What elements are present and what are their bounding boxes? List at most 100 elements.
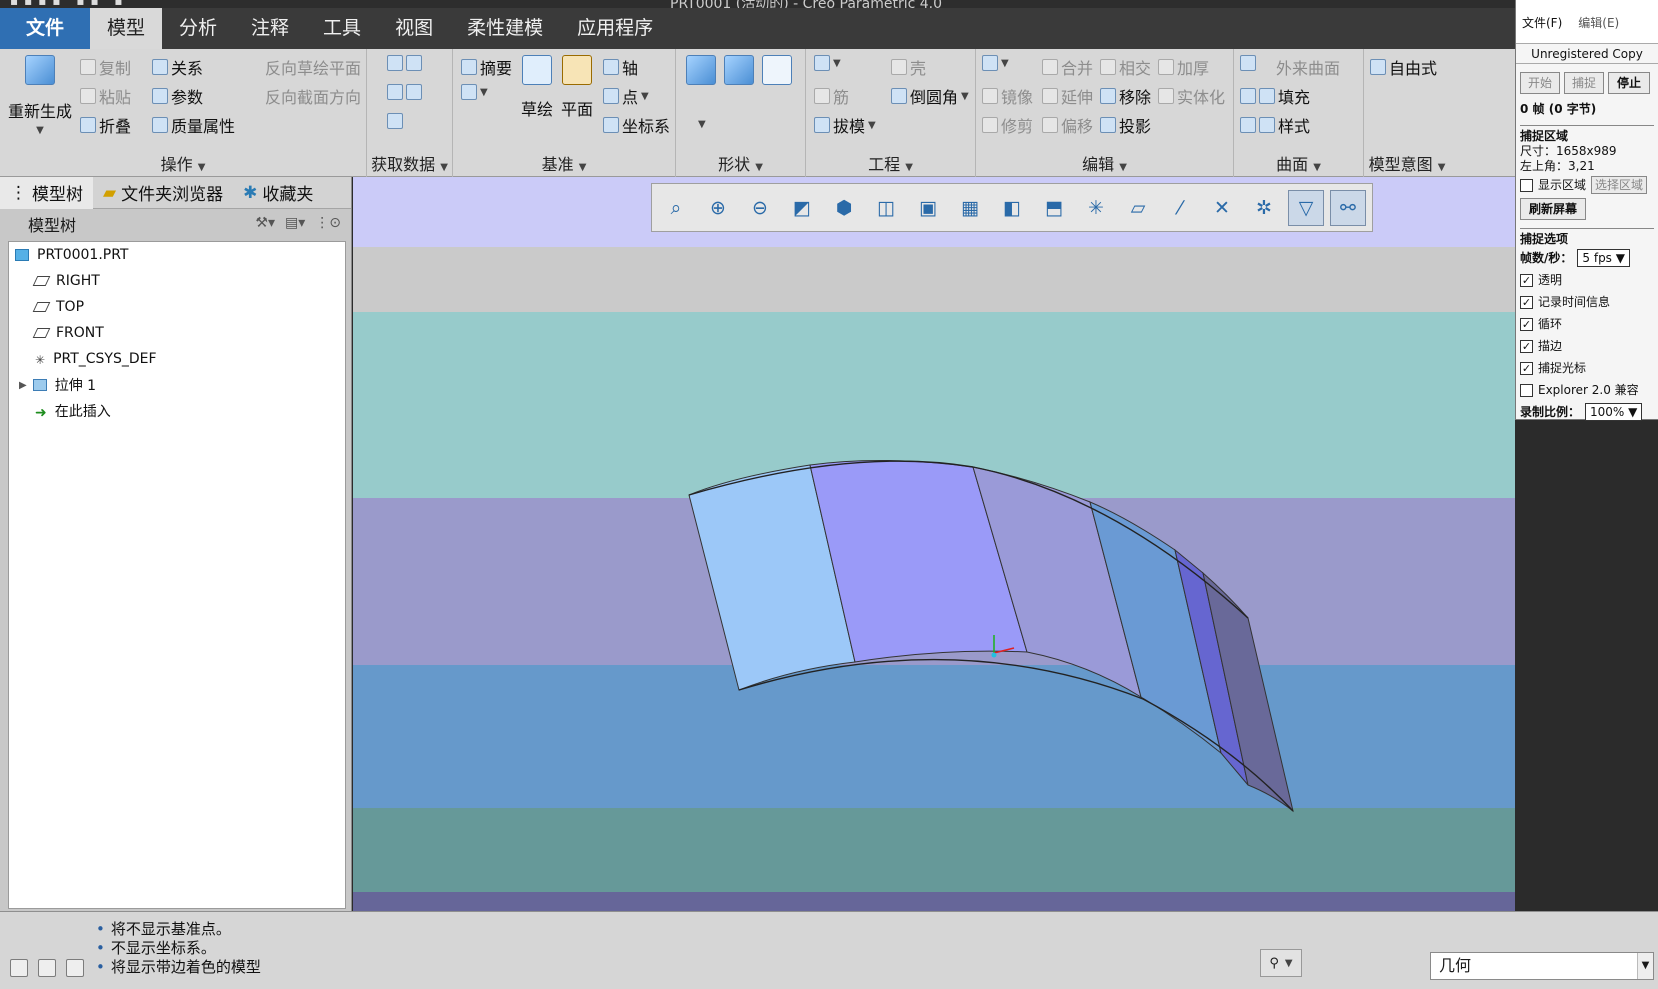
draft-button[interactable]: 拔模 ▼ [814, 113, 876, 137]
rib-button[interactable]: 筋 [814, 84, 849, 108]
get-data-tool-3[interactable] [387, 113, 403, 129]
tab-annotate[interactable]: 注释 [234, 8, 306, 49]
tab-tools[interactable]: 工具 [306, 8, 378, 49]
style-button[interactable]: 样式 [1240, 113, 1310, 137]
get-data-tool-1[interactable] [387, 55, 422, 71]
shape-more-button[interactable]: ▼ [698, 119, 706, 130]
viewport-canvas[interactable] [353, 177, 1515, 911]
group-label-operations[interactable]: 操作 ▼ [0, 152, 366, 177]
regenerate-button[interactable]: 重新生成 ▼ [8, 55, 72, 136]
group-label-editing[interactable]: 编辑 ▼ [976, 152, 1233, 177]
freeform-surface-button[interactable]: 外来曲面 [1276, 55, 1340, 79]
zoom-in-icon[interactable]: ⊕ [700, 190, 736, 226]
view-manager-icon[interactable]: ▣ [910, 190, 946, 226]
parameters-button[interactable]: 参数 [152, 84, 203, 108]
scale-select[interactable]: 100% ▼ [1585, 403, 1643, 421]
option-checkbox[interactable]: ✓ [1520, 361, 1533, 375]
capture-button[interactable]: 捕捉 [1564, 72, 1604, 94]
extrude-button[interactable] [686, 55, 716, 85]
group-label-model-intent[interactable]: 模型意图 ▼ [1364, 152, 1450, 177]
pattern-button[interactable]: ▼ [982, 55, 1009, 71]
show-region-checkbox[interactable] [1520, 178, 1533, 192]
full-screen-icon[interactable] [66, 959, 84, 977]
sweep-button[interactable] [762, 55, 792, 85]
project-button[interactable]: 投影 [1100, 113, 1151, 137]
saved-orientations-icon[interactable]: ◫ [868, 190, 904, 226]
datum-display-filters-icon[interactable]: ⚯ [1330, 189, 1366, 226]
hole-button[interactable]: ▼ [814, 55, 841, 71]
tree-node-top[interactable]: TOP [9, 294, 345, 320]
chevron-down-icon[interactable]: ▼ [36, 125, 44, 136]
section-icon[interactable]: ⬒ [1036, 190, 1072, 226]
group-label-get-data[interactable]: 获取数据 ▼ [367, 152, 452, 177]
merge-button[interactable]: 合并 [1042, 55, 1093, 79]
point-button[interactable]: 点 ▼ [603, 84, 649, 108]
quick-access-toolbar[interactable]: ▪▪▪▪ ▪▪ ▪ [10, 0, 129, 8]
paste-button[interactable]: 粘贴 [80, 84, 131, 108]
intersect-button[interactable]: 相交 [1100, 55, 1151, 79]
refit-icon[interactable]: ⌕ [658, 190, 694, 226]
tab-analysis[interactable]: 分析 [162, 8, 234, 49]
trim-button[interactable]: 修剪 [982, 113, 1033, 137]
fold-button[interactable]: 折叠 [80, 113, 131, 137]
graphics-window[interactable]: ⌕ ⊕ ⊖ ◩ ⬢ ◫ ▣ ▦ ◧ ⬒ ✳ ▱ ⁄ ✕ ✲ ▽ ⚯ [353, 177, 1515, 911]
capture-menu-file[interactable]: 文件(F) [1522, 14, 1562, 43]
reverse-section-direction-button[interactable]: 反向截面方向 [265, 84, 361, 108]
start-button[interactable]: 开始 [1520, 72, 1560, 94]
group-label-surfaces[interactable]: 曲面 ▼ [1234, 152, 1363, 177]
mass-properties-button[interactable]: 质量属性 [152, 113, 235, 137]
boundary-blend-button[interactable] [1240, 55, 1256, 71]
select-region-button[interactable]: 选择区域 [1591, 176, 1648, 194]
refresh-screen-button[interactable]: 刷新屏幕 [1520, 198, 1586, 220]
option-checkbox[interactable]: ✓ [1520, 317, 1533, 331]
browser-toggle-icon[interactable] [38, 959, 56, 977]
freestyle-button[interactable]: 自由式 [1370, 55, 1437, 79]
revolve-button[interactable] [724, 55, 754, 85]
settings-icon[interactable]: ⚒▾ [255, 215, 275, 231]
tree-node-insert-here[interactable]: ➜ 在此插入 [9, 398, 345, 424]
csys-display-icon[interactable]: ✲ [1246, 190, 1282, 226]
capture-menu-edit[interactable]: 编辑(E) [1578, 14, 1619, 43]
tab-favorites[interactable]: ✱ 收藏夹 [233, 177, 323, 209]
tree-node-right[interactable]: RIGHT [9, 268, 345, 294]
tab-applications[interactable]: 应用程序 [560, 8, 670, 49]
group-label-engineering[interactable]: 工程 ▼ [806, 152, 975, 177]
point-display-icon[interactable]: ✕ [1204, 190, 1240, 226]
expand-arrow-icon[interactable]: ▶ [19, 380, 27, 391]
option-checkbox[interactable]: ✓ [1520, 273, 1533, 287]
fill-button[interactable]: 填充 [1240, 84, 1310, 108]
remove-button[interactable]: 移除 [1100, 84, 1151, 108]
tree-node-part[interactable]: PRT0001.PRT [9, 242, 345, 268]
round-button[interactable]: 倒圆角 ▼ [891, 84, 969, 108]
axis-button[interactable]: 轴 [603, 55, 638, 79]
mirror-button[interactable]: 镜像 [982, 84, 1033, 108]
selection-filter-dropdown[interactable]: 几何 ▼ [1430, 952, 1654, 980]
filter-icon[interactable]: ⋮⊙ [315, 215, 341, 231]
navigator-toggle-icon[interactable] [10, 959, 28, 977]
appearance-gallery-icon[interactable]: ▦ [952, 190, 988, 226]
find-button[interactable]: ⚲ ▼ [1260, 949, 1302, 977]
tree-node-csys[interactable]: ✳ PRT_CSYS_DEF [9, 346, 345, 372]
tree-node-front[interactable]: FRONT [9, 320, 345, 346]
solidify-button[interactable]: 实体化 [1158, 84, 1225, 108]
fps-select[interactable]: 5 fps ▼ [1577, 249, 1630, 267]
display-style-icon[interactable]: ⬢ [826, 190, 862, 226]
tab-model[interactable]: 模型 [90, 8, 163, 49]
summary-button[interactable]: 摘要 [461, 55, 512, 79]
get-data-tool-2[interactable] [387, 84, 422, 100]
zoom-out-icon[interactable]: ⊖ [742, 190, 778, 226]
csys-button[interactable]: 坐标系 [603, 113, 670, 137]
plane-button[interactable]: 平面 [561, 55, 593, 120]
stop-button[interactable]: 停止 [1608, 72, 1650, 94]
relations-button[interactable]: 关系 [152, 55, 203, 79]
repaint-icon[interactable]: ◩ [784, 190, 820, 226]
option-checkbox[interactable] [1520, 383, 1533, 397]
copy-button[interactable]: 复制 [80, 55, 131, 79]
offset-button[interactable]: 偏移 [1042, 113, 1093, 137]
axis-display-icon[interactable]: ⁄ [1162, 190, 1198, 226]
tab-flexible-modeling[interactable]: 柔性建模 [450, 8, 560, 49]
extend-button[interactable]: 延伸 [1042, 84, 1093, 108]
spin-center-icon[interactable]: ▽ [1288, 189, 1324, 226]
shell-button[interactable]: 壳 [891, 55, 926, 79]
curve-button[interactable]: ▼ [461, 84, 488, 100]
